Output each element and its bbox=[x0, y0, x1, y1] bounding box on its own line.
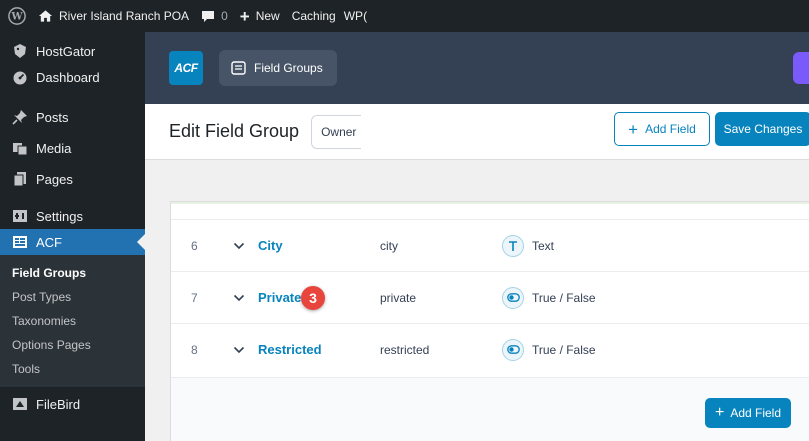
field-order: 8 bbox=[191, 342, 198, 357]
field-type-label: Text bbox=[532, 238, 555, 253]
tab-field-groups[interactable]: Field Groups bbox=[219, 50, 337, 86]
chevron-down-icon[interactable] bbox=[233, 294, 245, 302]
hostgator-icon bbox=[10, 41, 30, 61]
media-icon bbox=[10, 138, 30, 158]
new-content-link[interactable]: + New bbox=[234, 0, 286, 32]
settings-icon bbox=[10, 206, 30, 226]
field-type: Text bbox=[502, 234, 555, 257]
site-name-link[interactable]: River Island Ranch POA bbox=[32, 0, 195, 32]
sidebar-item-filebird[interactable]: FileBird bbox=[0, 391, 145, 417]
sidebar-item-hostgator[interactable]: HostGator bbox=[0, 38, 145, 64]
field-name: private bbox=[380, 290, 417, 305]
title-bar: Edit Field Group Owner + Add Field Save … bbox=[145, 104, 809, 160]
add-field-button-top[interactable]: + Add Field bbox=[614, 112, 710, 146]
add-field-label: Add Field bbox=[645, 122, 696, 136]
acf-submenu: Field Groups Post Types Taxonomies Optio… bbox=[0, 255, 145, 387]
comments-link[interactable]: 0 bbox=[195, 0, 234, 32]
admin-bar: W River Island Ranch POA 0 + New Caching… bbox=[0, 0, 809, 32]
acf-icon bbox=[10, 232, 30, 252]
admin-sidebar: HostGator Dashboard Posts Media Pages Se… bbox=[0, 32, 145, 441]
plus-icon: + bbox=[628, 119, 639, 139]
field-order: 6 bbox=[191, 238, 198, 253]
toggle-icon bbox=[502, 286, 524, 309]
sidebar-item-label: Media bbox=[36, 140, 72, 156]
field-type-label: True / False bbox=[532, 342, 596, 357]
chevron-down-icon[interactable] bbox=[233, 242, 245, 250]
comments-count: 0 bbox=[221, 9, 228, 23]
field-row[interactable]: 6 City city Text bbox=[171, 219, 809, 271]
field-order: 7 bbox=[191, 290, 198, 305]
wp-truncated-label: WP( bbox=[343, 9, 368, 23]
home-icon bbox=[38, 9, 53, 23]
sidebar-item-posts[interactable]: Posts bbox=[0, 104, 145, 130]
new-label: New bbox=[255, 9, 280, 23]
dashboard-icon bbox=[10, 67, 30, 87]
sidebar-item-media[interactable]: Media bbox=[0, 135, 145, 161]
field-name: restricted bbox=[380, 342, 430, 357]
submenu-post-types[interactable]: Post Types bbox=[0, 285, 145, 309]
wp-menu-link[interactable]: WP( bbox=[342, 0, 373, 32]
field-row[interactable]: 8 Restricted restricted True / False bbox=[171, 323, 809, 375]
sidebar-item-label: FileBird bbox=[36, 396, 81, 412]
caching-label: Caching bbox=[291, 9, 336, 23]
add-field-button-bottom[interactable]: + Add Field bbox=[705, 398, 791, 428]
page-title: Edit Field Group bbox=[169, 121, 300, 141]
comment-bubble-icon bbox=[201, 10, 215, 23]
filebird-icon bbox=[10, 394, 30, 414]
list-icon bbox=[231, 61, 246, 75]
submenu-field-groups[interactable]: Field Groups bbox=[0, 261, 145, 285]
sidebar-item-dashboard[interactable]: Dashboard bbox=[0, 64, 145, 90]
sidebar-item-label: Settings bbox=[36, 208, 83, 224]
svg-text:W: W bbox=[10, 12, 23, 23]
sidebar-item-label: ACF bbox=[36, 234, 62, 250]
save-changes-button[interactable]: Save Changes bbox=[715, 112, 809, 146]
step-number-badge: 3 bbox=[301, 286, 325, 310]
field-type: True / False bbox=[502, 286, 596, 309]
fields-panel: 6 City city Text 7 Private 3 private Tru… bbox=[170, 201, 809, 441]
sidebar-item-label: Dashboard bbox=[36, 69, 100, 85]
site-name: River Island Ranch POA bbox=[59, 9, 190, 23]
field-type: True / False bbox=[502, 338, 596, 361]
field-label-link[interactable]: Restricted bbox=[258, 342, 322, 357]
acf-logo[interactable]: ACF bbox=[169, 51, 203, 85]
toggle-icon bbox=[502, 338, 524, 361]
acf-header: ACF Field Groups bbox=[145, 32, 809, 104]
text-type-icon bbox=[502, 234, 524, 257]
chevron-down-icon[interactable] bbox=[233, 346, 245, 354]
panel-top-border bbox=[171, 202, 809, 204]
field-label-link[interactable]: City bbox=[258, 238, 283, 253]
add-field-label: Add Field bbox=[730, 406, 782, 420]
pin-icon bbox=[10, 107, 30, 127]
pages-icon bbox=[10, 169, 30, 189]
field-type-label: True / False bbox=[532, 290, 596, 305]
panel-footer: + Add Field bbox=[171, 377, 809, 441]
plus-icon: + bbox=[239, 6, 250, 26]
sidebar-item-label: Pages bbox=[36, 171, 73, 187]
field-row[interactable]: 7 Private 3 private True / False bbox=[171, 271, 809, 323]
plus-icon: + bbox=[714, 404, 725, 421]
sidebar-item-pages[interactable]: Pages bbox=[0, 166, 145, 192]
sidebar-item-settings[interactable]: Settings bbox=[0, 203, 145, 229]
wordpress-logo-icon[interactable]: W bbox=[2, 0, 32, 32]
sidebar-item-label: HostGator bbox=[36, 43, 96, 59]
field-name: city bbox=[380, 238, 398, 253]
field-group-title-input[interactable]: Owner bbox=[311, 114, 362, 149]
upgrade-button[interactable] bbox=[793, 52, 809, 84]
tab-label: Field Groups bbox=[254, 61, 323, 75]
field-label-link[interactable]: Private bbox=[258, 290, 301, 305]
submenu-taxonomies[interactable]: Taxonomies bbox=[0, 309, 145, 333]
submenu-options-pages[interactable]: Options Pages bbox=[0, 333, 145, 357]
submenu-tools[interactable]: Tools bbox=[0, 357, 145, 381]
caching-link[interactable]: Caching bbox=[286, 0, 342, 32]
sidebar-item-acf[interactable]: ACF bbox=[0, 229, 145, 255]
sidebar-item-label: Posts bbox=[36, 109, 69, 125]
